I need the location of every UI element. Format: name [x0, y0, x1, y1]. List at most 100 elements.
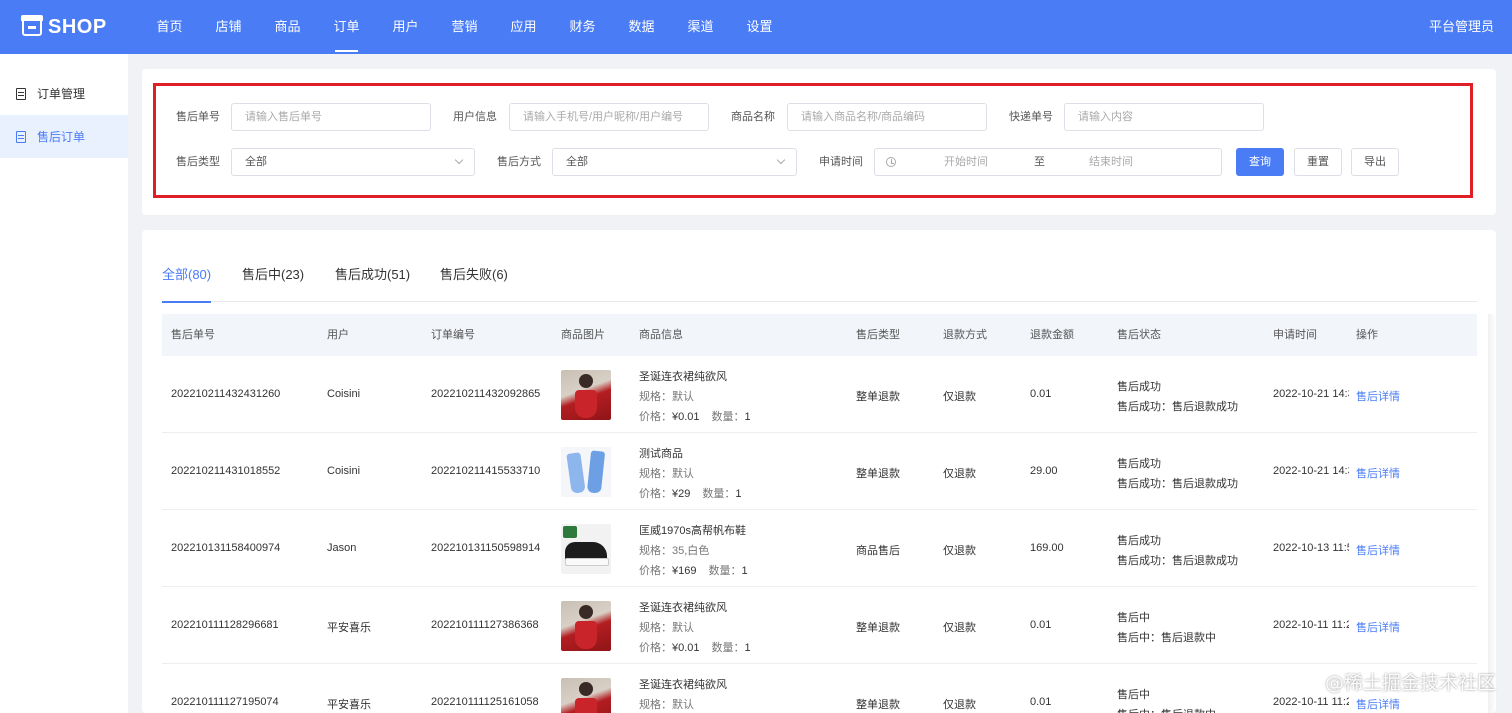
express-no-input[interactable]: [1064, 103, 1264, 131]
brand-logo[interactable]: SHOP: [0, 15, 140, 39]
sidebar-item-order-management[interactable]: 订单管理: [0, 72, 128, 115]
after-sale-detail-link[interactable]: 售后详情: [1356, 542, 1400, 558]
after-sale-status: 售后中: [1117, 612, 1150, 624]
after-sale-no-input[interactable]: [231, 103, 431, 131]
after-sale-status-detail: 售后成功：售后退款成功: [1117, 555, 1238, 567]
user-info-label: 用户信息: [453, 111, 497, 123]
table-row: 202210111127195074 平安喜乐 202210111125161058…: [162, 664, 1477, 713]
orders-panel: 全部(80) 售后中(23) 售后成功(51) 售后失败(6) 售后单号 用户 …: [142, 230, 1496, 713]
clipboard-icon: [16, 87, 26, 100]
nav-finance[interactable]: 财务: [553, 0, 612, 54]
user-name: Coisini: [327, 388, 361, 400]
apply-time: 2022-10-21 14:3: [1273, 465, 1349, 477]
export-button[interactable]: 导出: [1351, 148, 1399, 176]
after-sale-status-detail: 售后中：售后退款中: [1117, 706, 1216, 713]
tab-success[interactable]: 售后成功(51): [335, 257, 410, 302]
sidebar-item-after-sale-orders[interactable]: 售后订单: [0, 115, 128, 158]
refund-method: 仅退款: [943, 699, 976, 711]
nav-users[interactable]: 用户: [376, 0, 435, 54]
nav-home[interactable]: 首页: [140, 0, 199, 54]
after-sale-no: 202210111127195074: [171, 696, 279, 708]
refund-method: 仅退款: [943, 391, 976, 403]
nav-apps[interactable]: 应用: [494, 0, 553, 54]
price-value: ¥0.01: [672, 411, 700, 423]
nav-store[interactable]: 店铺: [199, 0, 258, 54]
product-name: 测试商品: [639, 448, 683, 460]
reset-button[interactable]: 重置: [1294, 148, 1342, 176]
after-sale-method-select[interactable]: 全部: [552, 148, 797, 176]
document-icon: [16, 130, 26, 143]
after-sale-status-detail: 售后成功：售后退款成功: [1117, 478, 1238, 490]
product-price-qty: 价格：¥0.01 数量：1: [639, 639, 751, 655]
product-spec: 规格：35,白色: [639, 542, 709, 558]
product-image[interactable]: [561, 524, 611, 574]
chevron-down-icon: [776, 155, 786, 165]
filter-panel: 售后单号 用户信息 商品名称 快递单号 售后类型 全部 售后方式 全部 申请时间…: [142, 69, 1496, 215]
apply-time-range-picker[interactable]: 开始时间 至 结束时间: [874, 148, 1222, 176]
date-end[interactable]: 结束时间: [1089, 149, 1133, 175]
product-name: 圣诞连衣裙纯欲风: [639, 371, 727, 383]
after-sale-status: 售后成功: [1117, 381, 1161, 393]
order-no: 202210111127386368: [431, 619, 539, 631]
after-sale-status: 售后成功: [1117, 458, 1161, 470]
after-sale-detail-link[interactable]: 售后详情: [1356, 388, 1400, 404]
after-sale-detail-link[interactable]: 售后详情: [1356, 696, 1400, 712]
user-name: 平安喜乐: [327, 699, 371, 711]
nav-settings[interactable]: 设置: [730, 0, 789, 54]
refund-method: 仅退款: [943, 622, 976, 634]
price-label: 价格：: [639, 565, 672, 577]
table-header: 售后单号 用户 订单编号 商品图片 商品信息 售后类型 退款方式 退款金额 售后…: [162, 314, 1477, 356]
order-no: 202210111125161058: [431, 696, 539, 708]
spec-value: 默认: [672, 468, 694, 480]
nav-marketing[interactable]: 营销: [435, 0, 494, 54]
product-name-input[interactable]: [787, 103, 987, 131]
nav-orders[interactable]: 订单: [317, 0, 376, 54]
after-sale-status-detail: 售后成功：售后退款成功: [1117, 401, 1238, 413]
tab-in-progress[interactable]: 售后中(23): [242, 257, 304, 302]
tab-all[interactable]: 全部(80): [162, 257, 212, 303]
refund-amount: 169.00: [1030, 542, 1064, 554]
product-image[interactable]: [561, 370, 611, 420]
tab-failed[interactable]: 售后失败(6): [440, 257, 508, 302]
apply-time: 2022-10-11 11:2: [1273, 696, 1349, 708]
after-sale-type-value: 全部: [245, 156, 267, 168]
product-image[interactable]: [561, 447, 611, 497]
qty-label: 数量：: [711, 411, 745, 423]
nav-products[interactable]: 商品: [258, 0, 317, 54]
product-image[interactable]: [561, 678, 611, 713]
top-navigation-bar: SHOP 首页 店铺 商品 订单 用户 营销 应用 财务 数据 渠道 设置 平台…: [0, 0, 1512, 54]
column-header: 申请时间: [1273, 329, 1317, 341]
spec-value: 默认: [672, 391, 694, 403]
express-no-label: 快递单号: [1009, 111, 1053, 123]
status-tabs: 全部(80) 售后中(23) 售后成功(51) 售后失败(6): [162, 257, 1477, 303]
after-sale-type-select[interactable]: 全部: [231, 148, 475, 176]
date-separator: 至: [1034, 156, 1045, 168]
after-sale-method-value: 全部: [566, 156, 588, 168]
qty-label: 数量：: [702, 488, 736, 500]
main-nav: 首页 店铺 商品 订单 用户 营销 应用 财务 数据 渠道 设置: [140, 0, 789, 54]
nav-channels[interactable]: 渠道: [671, 0, 730, 54]
after-sale-type: 整单退款: [856, 622, 900, 634]
admin-user-menu[interactable]: 平台管理员: [1429, 0, 1494, 54]
after-sale-detail-link[interactable]: 售后详情: [1356, 619, 1400, 635]
product-name-label: 商品名称: [731, 111, 775, 123]
date-start[interactable]: 开始时间: [944, 149, 988, 175]
order-no: 202210211415533710: [431, 465, 541, 477]
spec-value: 默认: [672, 699, 694, 711]
qty-value: 1: [744, 411, 751, 423]
product-name: 匡威1970s高帮帆布鞋: [639, 525, 746, 537]
after-sale-detail-link[interactable]: 售后详情: [1356, 465, 1400, 481]
product-name: 圣诞连衣裙纯欲风: [639, 679, 727, 691]
product-image[interactable]: [561, 601, 611, 651]
column-header: 退款方式: [943, 329, 987, 341]
refund-amount: 0.01: [1030, 388, 1052, 400]
nav-data[interactable]: 数据: [612, 0, 671, 54]
user-info-input[interactable]: [509, 103, 709, 131]
user-name: Jason: [327, 542, 357, 554]
product-name: 圣诞连衣裙纯欲风: [639, 602, 727, 614]
apply-time: 2022-10-21 14:3: [1273, 388, 1349, 400]
spec-value: 35,白色: [672, 545, 710, 557]
query-button[interactable]: 查询: [1236, 148, 1284, 176]
product-price-qty: 价格：¥29 数量：1: [639, 485, 741, 501]
price-value: ¥0.01: [672, 642, 700, 654]
